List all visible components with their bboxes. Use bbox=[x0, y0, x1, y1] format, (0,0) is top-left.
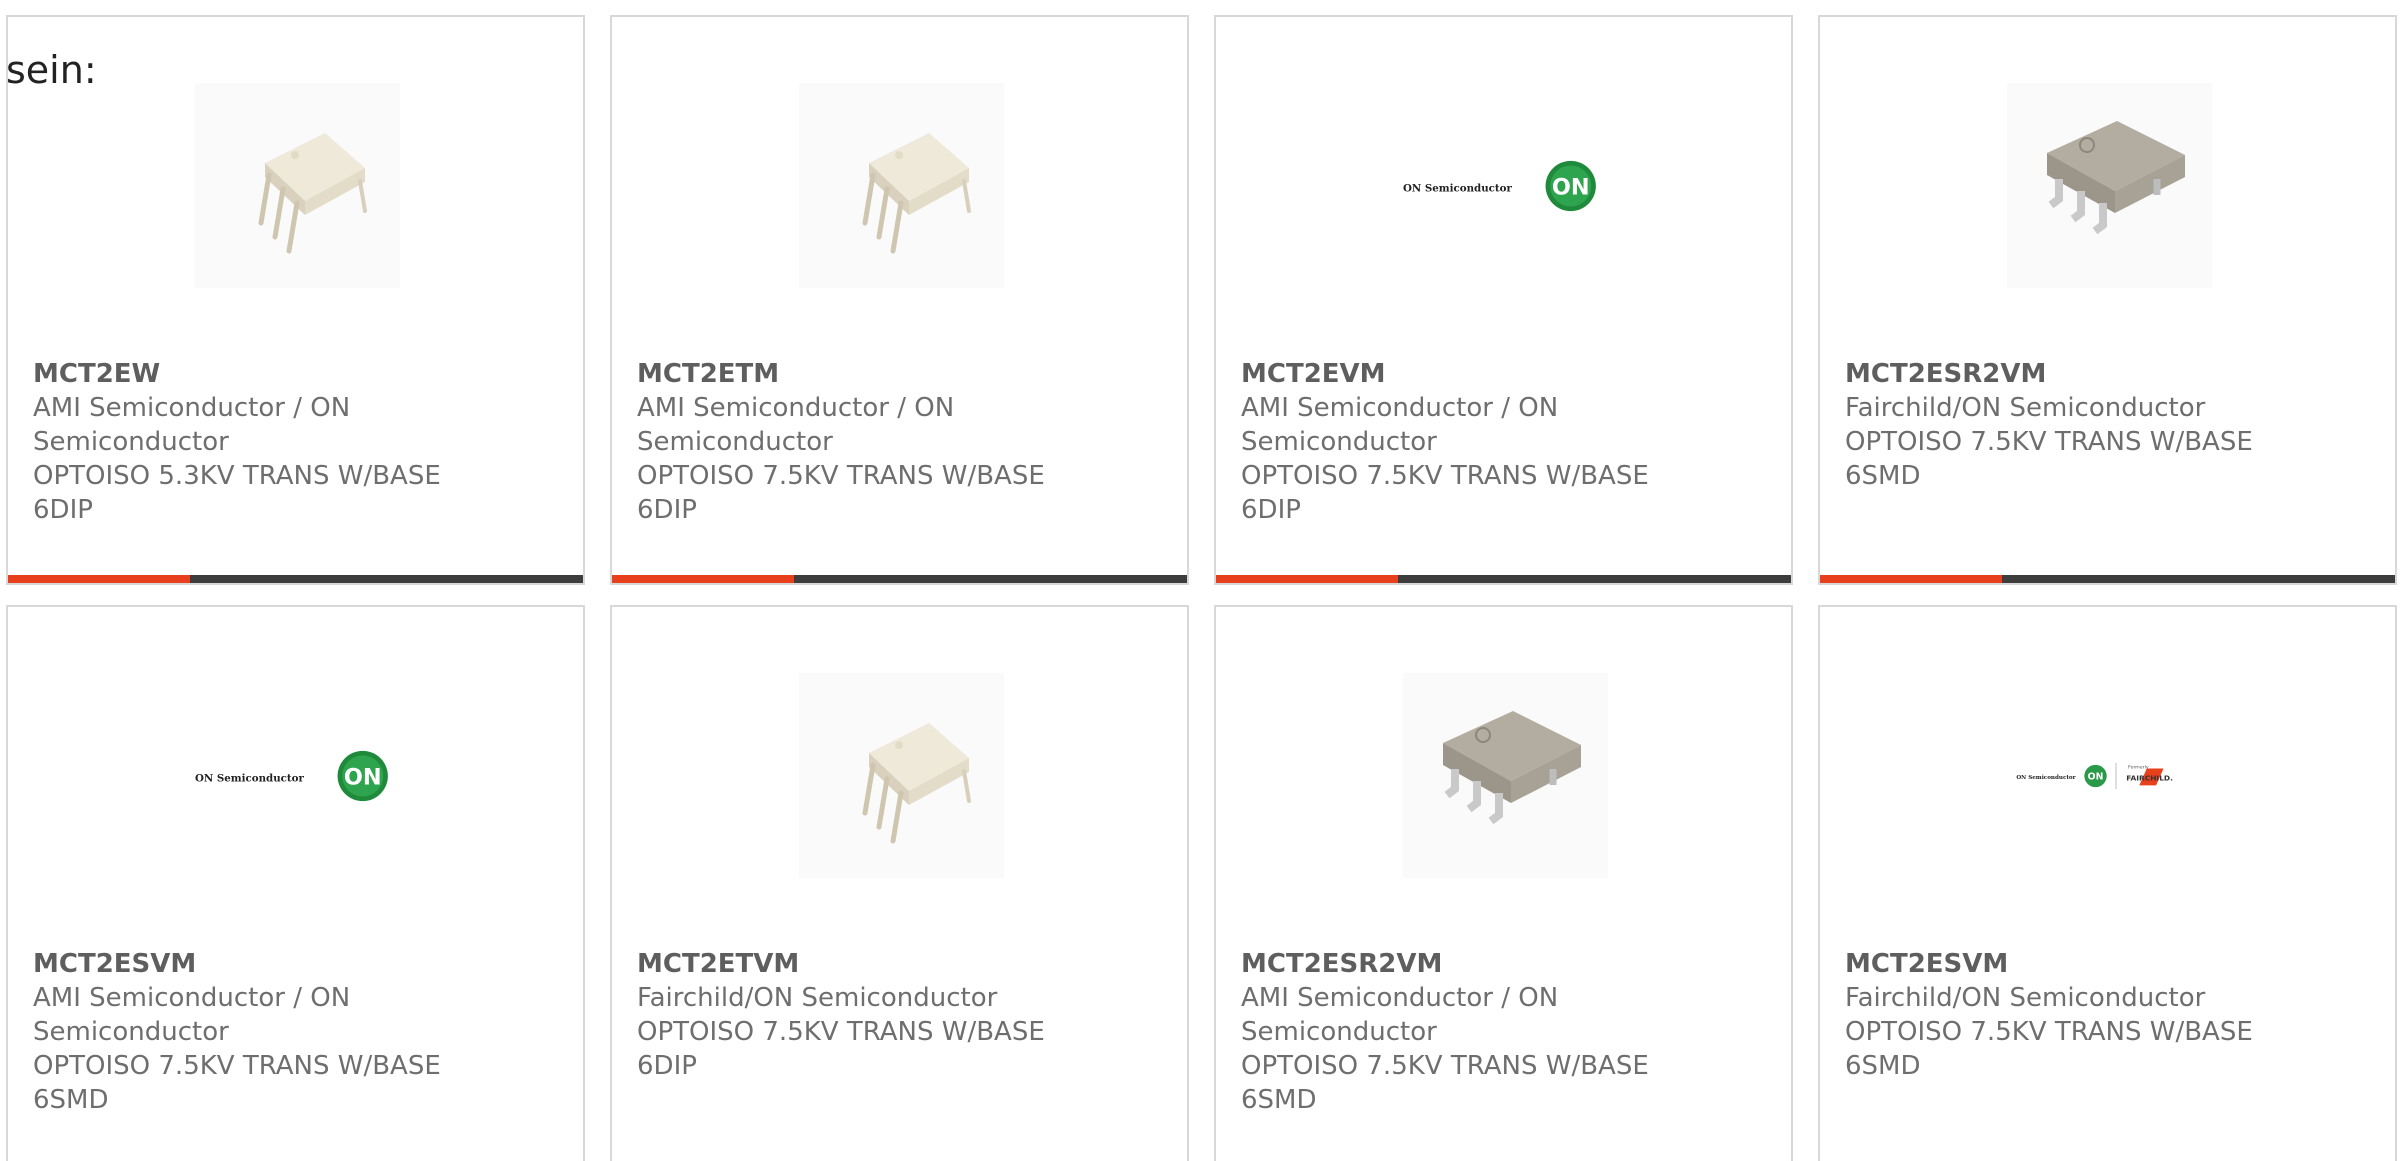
6smd-package-icon bbox=[1403, 673, 1608, 878]
product-info: MCT2ESVM Fairchild/ON Semiconductor OPTO… bbox=[1845, 947, 2385, 1083]
product-info: MCT2ESR2VM AMI Semiconductor / ON Semico… bbox=[1241, 947, 1781, 1117]
product-image-6dip bbox=[195, 83, 400, 288]
card-bar-accent bbox=[8, 575, 190, 583]
manufacturer-cont: Semiconductor bbox=[637, 427, 833, 457]
on-fairchild-logo-icon: ON Semiconductor ON Formerly FAIRCHILD. bbox=[2016, 762, 2173, 789]
description: OPTOISO 7.5KV TRANS W/BASE bbox=[1241, 1051, 1649, 1081]
card-bar-accent bbox=[612, 575, 794, 583]
6dip-package-icon bbox=[799, 673, 1004, 878]
logo-formerly: Formerly bbox=[2128, 764, 2149, 770]
product-image-6smd bbox=[1403, 673, 1608, 878]
product-card[interactable]: ON Semiconductor ON MCT2ESVM AMI Semicon… bbox=[6, 605, 585, 1161]
product-card[interactable]: ON Semiconductor ON MCT2EVM AMI Semicond… bbox=[1214, 15, 1793, 585]
part-number[interactable]: MCT2ETM bbox=[637, 357, 1177, 391]
product-grid-page: sein: MCT2EW AMI Semiconductor / ON Semi… bbox=[0, 0, 2400, 1161]
package: 6SMD bbox=[1845, 1051, 1921, 1081]
logo-fairchild: FAIRCHILD. bbox=[2126, 773, 2173, 782]
part-number[interactable]: MCT2ESVM bbox=[33, 947, 573, 981]
product-info: MCT2ESVM AMI Semiconductor / ON Semicond… bbox=[33, 947, 573, 1117]
product-info: MCT2ETVM Fairchild/ON Semiconductor OPTO… bbox=[637, 947, 1177, 1083]
description: OPTOISO 5.3KV TRANS W/BASE bbox=[33, 461, 441, 491]
card-bar bbox=[1216, 575, 1791, 583]
part-number[interactable]: MCT2EVM bbox=[1241, 357, 1781, 391]
product-card[interactable]: MCT2ESR2VM AMI Semiconductor / ON Semico… bbox=[1214, 605, 1793, 1161]
on-semiconductor-logo-icon: ON Semiconductor ON bbox=[1403, 160, 1596, 211]
product-info: MCT2EVM AMI Semiconductor / ON Semicondu… bbox=[1241, 357, 1781, 527]
manufacturer: AMI Semiconductor / ON bbox=[637, 393, 955, 423]
package: 6DIP bbox=[637, 1051, 697, 1081]
manufacturer: AMI Semiconductor / ON bbox=[33, 983, 351, 1013]
on-semiconductor-logo: ON Semiconductor ON bbox=[195, 673, 400, 878]
package: 6SMD bbox=[33, 1085, 109, 1115]
6dip-package-icon bbox=[195, 83, 400, 288]
card-bar-accent bbox=[1216, 575, 1398, 583]
card-bar bbox=[612, 575, 1187, 583]
product-card[interactable]: MCT2ETVM Fairchild/ON Semiconductor OPTO… bbox=[610, 605, 1189, 1161]
package: 6DIP bbox=[33, 495, 93, 525]
product-card[interactable]: MCT2ESR2VM Fairchild/ON Semiconductor OP… bbox=[1818, 15, 2397, 585]
manufacturer: AMI Semiconductor / ON bbox=[33, 393, 351, 423]
part-number[interactable]: MCT2EW bbox=[33, 357, 573, 391]
description: OPTOISO 7.5KV TRANS W/BASE bbox=[1845, 427, 2253, 457]
product-info: MCT2EW AMI Semiconductor / ON Semiconduc… bbox=[33, 357, 573, 527]
logo-badge: ON bbox=[2088, 771, 2104, 782]
manufacturer: AMI Semiconductor / ON bbox=[1241, 393, 1559, 423]
manufacturer-cont: Semiconductor bbox=[1241, 1017, 1437, 1047]
manufacturer: AMI Semiconductor / ON bbox=[1241, 983, 1559, 1013]
part-number[interactable]: MCT2ESVM bbox=[1845, 947, 2385, 981]
manufacturer-cont: Semiconductor bbox=[1241, 427, 1437, 457]
on-fairchild-logo: ON Semiconductor ON Formerly FAIRCHILD. bbox=[2007, 673, 2212, 878]
logo-badge: ON bbox=[1552, 174, 1590, 200]
product-image-6dip bbox=[799, 673, 1004, 878]
part-number[interactable]: MCT2ESR2VM bbox=[1241, 947, 1781, 981]
product-card[interactable]: ON Semiconductor ON Formerly FAIRCHILD. … bbox=[1818, 605, 2397, 1161]
product-info: MCT2ETM AMI Semiconductor / ON Semicondu… bbox=[637, 357, 1177, 527]
manufacturer: Fairchild/ON Semiconductor bbox=[637, 983, 998, 1013]
manufacturer: Fairchild/ON Semiconductor bbox=[1845, 393, 2206, 423]
logo-text: ON Semiconductor bbox=[195, 772, 304, 784]
on-semiconductor-logo: ON Semiconductor ON bbox=[1403, 83, 1608, 288]
card-bar bbox=[1820, 575, 2395, 583]
description: OPTOISO 7.5KV TRANS W/BASE bbox=[637, 461, 1045, 491]
6dip-package-icon bbox=[799, 83, 1004, 288]
package: 6SMD bbox=[1241, 1085, 1317, 1115]
package: 6DIP bbox=[637, 495, 697, 525]
product-card[interactable]: MCT2ETM AMI Semiconductor / ON Semicondu… bbox=[610, 15, 1189, 585]
description: OPTOISO 7.5KV TRANS W/BASE bbox=[637, 1017, 1045, 1047]
product-info: MCT2ESR2VM Fairchild/ON Semiconductor OP… bbox=[1845, 357, 2385, 493]
package: 6DIP bbox=[1241, 495, 1301, 525]
product-image-6smd bbox=[2007, 83, 2212, 288]
card-bar-accent bbox=[1820, 575, 2002, 583]
logo-text: ON Semiconductor bbox=[2016, 774, 2075, 780]
package: 6SMD bbox=[1845, 461, 1921, 491]
description: OPTOISO 7.5KV TRANS W/BASE bbox=[1845, 1017, 2253, 1047]
product-card[interactable]: MCT2EW AMI Semiconductor / ON Semiconduc… bbox=[6, 15, 585, 585]
part-number[interactable]: MCT2ESR2VM bbox=[1845, 357, 2385, 391]
6smd-package-icon bbox=[2007, 83, 2212, 288]
manufacturer: Fairchild/ON Semiconductor bbox=[1845, 983, 2206, 1013]
intro-text: sein: bbox=[6, 48, 97, 92]
manufacturer-cont: Semiconductor bbox=[33, 427, 229, 457]
part-number[interactable]: MCT2ETVM bbox=[637, 947, 1177, 981]
description: OPTOISO 7.5KV TRANS W/BASE bbox=[33, 1051, 441, 1081]
logo-badge: ON bbox=[344, 764, 382, 790]
product-image-6dip bbox=[799, 83, 1004, 288]
on-semiconductor-logo-icon: ON Semiconductor ON bbox=[195, 750, 388, 801]
manufacturer-cont: Semiconductor bbox=[33, 1017, 229, 1047]
logo-text: ON Semiconductor bbox=[1403, 182, 1512, 194]
card-bar bbox=[8, 575, 583, 583]
description: OPTOISO 7.5KV TRANS W/BASE bbox=[1241, 461, 1649, 491]
